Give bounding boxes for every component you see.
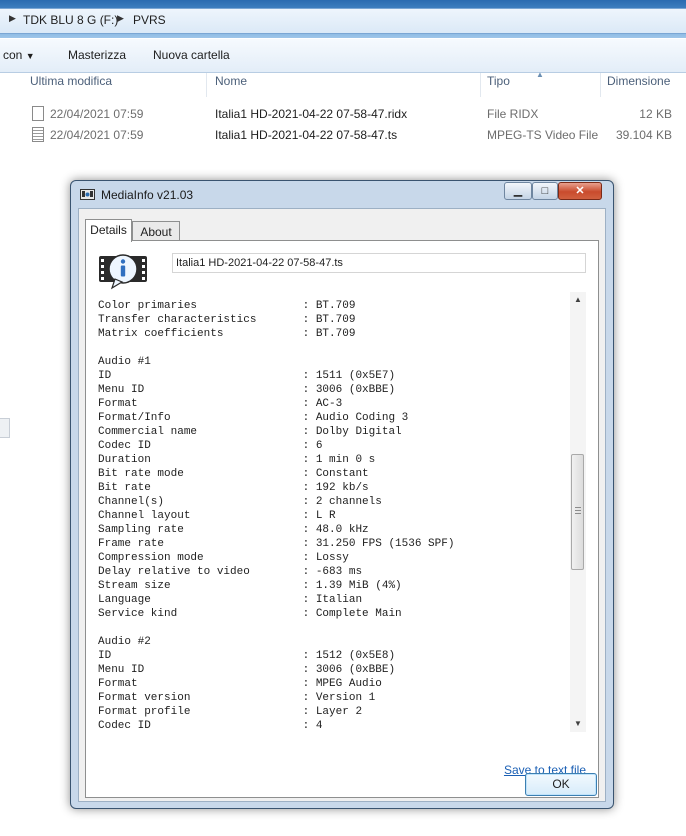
details-text-area[interactable]: Color primaries : BT.709 Transfer charact… [92, 292, 590, 760]
info-line: Bit rate : 192 kb/s [98, 482, 369, 494]
breadcrumb-folder[interactable]: PVRS [133, 13, 166, 27]
breadcrumb-drive[interactable]: TDK BLU 8 G (F:) [23, 13, 118, 27]
minimize-button[interactable]: ▁ [504, 182, 532, 200]
file-type: MPEG-TS Video File [487, 128, 599, 142]
dialog-client-area: Details About Italia1 HD-2021-04-22 07-5… [78, 208, 606, 802]
window-title: MediaInfo v21.03 [101, 188, 194, 202]
share-with-label: con [3, 48, 23, 62]
column-header-type[interactable]: Tipo [487, 74, 510, 96]
file-type: File RIDX [487, 107, 539, 121]
tab-about[interactable]: About [132, 221, 180, 242]
grip-line [575, 507, 581, 508]
burn-button[interactable]: Masterizza [68, 48, 126, 62]
navigation-pane-splitter[interactable] [0, 418, 10, 438]
info-line: Matrix coefficients : BT.709 [98, 328, 356, 340]
new-folder-button[interactable]: Nuova cartella [153, 48, 230, 62]
address-bar[interactable]: ▶ TDK BLU 8 G (F:) ▶ PVRS [0, 8, 686, 34]
mediainfo-logo-icon [99, 254, 147, 290]
maximize-button[interactable]: □ [532, 182, 558, 200]
column-divider[interactable] [600, 73, 601, 97]
info-line: Format profile : Layer 2 [98, 706, 363, 718]
info-line: ID : 1511 (0x5E7) [98, 370, 396, 382]
address-bar-area: ▶ TDK BLU 8 G (F:) ▶ PVRS [0, 0, 686, 38]
file-name: Italia1 HD-2021-04-22 07-58-47.ts [215, 128, 398, 142]
mediainfo-app-icon [80, 189, 95, 200]
maximize-icon: □ [541, 185, 549, 197]
details-panel: Italia1 HD-2021-04-22 07-58-47.ts Color … [85, 240, 599, 798]
close-button[interactable]: ✕ [558, 182, 602, 200]
info-line: Sampling rate : 48.0 kHz [98, 524, 369, 536]
file-row[interactable]: 22/04/2021 07:59 Italia1 HD-2021-04-22 0… [0, 104, 686, 124]
column-divider[interactable] [206, 73, 207, 97]
info-line: Stream size : 1.39 MiB (4%) [98, 580, 402, 592]
info-line: Format version : Version 1 [98, 692, 376, 704]
info-line: Channel layout : L R [98, 510, 336, 522]
info-line: Audio #2 [98, 636, 151, 648]
minimize-icon: ▁ [513, 185, 523, 197]
file-row[interactable]: 22/04/2021 07:59 Italia1 HD-2021-04-22 0… [0, 125, 686, 145]
info-line: Commercial name : Dolby Digital [98, 426, 402, 438]
video-file-icon [32, 127, 44, 142]
info-line: Audio #1 [98, 356, 151, 368]
info-line: Menu ID : 3006 (0xBBE) [98, 664, 396, 676]
info-line: Channel(s) : 2 channels [98, 496, 382, 508]
scroll-up-icon[interactable]: ▲ [570, 292, 586, 308]
info-line: ID : 1512 (0x5E8) [98, 650, 396, 662]
title-bar[interactable]: MediaInfo v21.03 ▁ □ ✕ [71, 181, 613, 208]
explorer-toolbar: con ▼ Masterizza Nuova cartella [0, 39, 686, 73]
column-header-name[interactable]: Nome [215, 74, 247, 96]
breadcrumb-chevron-icon[interactable]: ▶ [9, 13, 16, 24]
scrollbar-thumb[interactable] [571, 454, 584, 570]
info-line: Bit rate mode : Constant [98, 468, 369, 480]
file-name: Italia1 HD-2021-04-22 07-58-47.ridx [215, 107, 408, 121]
info-line: Format/Info : Audio Coding 3 [98, 412, 409, 424]
column-header-modified[interactable]: Ultima modifica [30, 74, 112, 96]
sort-up-icon: ▲ [536, 70, 544, 79]
ok-button[interactable]: OK [525, 773, 597, 796]
info-line: Delay relative to video : -683 ms [98, 566, 363, 578]
mediainfo-window: MediaInfo v21.03 ▁ □ ✕ Details About Ita [70, 180, 614, 809]
breadcrumb-chevron-icon[interactable]: ▶ [117, 13, 124, 24]
info-line: Transfer characteristics : BT.709 [98, 314, 356, 326]
column-header-size[interactable]: Dimensione [607, 74, 670, 96]
dropdown-arrow-icon: ▼ [25, 51, 35, 61]
file-path-field[interactable]: Italia1 HD-2021-04-22 07-58-47.ts [172, 253, 586, 273]
file-size: 12 KB [639, 107, 672, 121]
scroll-down-icon[interactable]: ▼ [570, 716, 586, 732]
grip-line [575, 513, 581, 514]
info-line: Color primaries : BT.709 [98, 300, 356, 312]
close-icon: ✕ [575, 185, 585, 197]
file-date: 22/04/2021 07:59 [50, 107, 144, 121]
file-icon [32, 106, 44, 121]
details-scrollbar[interactable]: ▲ ▼ [570, 292, 586, 732]
info-line: Codec ID : 6 [98, 440, 323, 452]
info-line: Service kind : Complete Main [98, 608, 402, 620]
info-line: Language : Italian [98, 594, 363, 606]
info-line: Menu ID : 3006 (0xBBE) [98, 384, 396, 396]
info-line: Format : MPEG Audio [98, 678, 382, 690]
file-size: 39.104 KB [615, 128, 672, 142]
file-date: 22/04/2021 07:59 [50, 128, 144, 142]
info-line: Duration : 1 min 0 s [98, 454, 376, 466]
column-divider[interactable] [480, 73, 481, 97]
share-with-button[interactable]: con ▼ [3, 48, 35, 62]
info-line: Codec ID : 4 [98, 720, 323, 732]
info-line: Compression mode : Lossy [98, 552, 349, 564]
info-line: Format : AC-3 [98, 398, 343, 410]
info-line: Frame rate : 31.250 FPS (1536 SPF) [98, 538, 455, 550]
tab-details[interactable]: Details [85, 219, 132, 242]
grip-line [575, 510, 581, 511]
